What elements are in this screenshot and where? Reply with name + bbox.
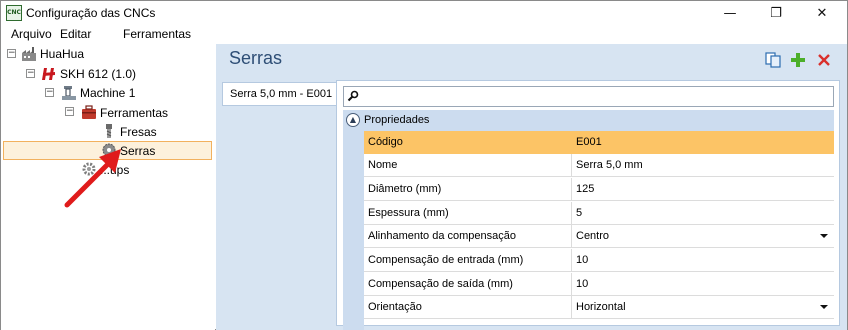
property-row-codigo[interactable]: Código E001 xyxy=(364,131,834,154)
mill-icon xyxy=(106,124,112,138)
property-name: Espessura (mm) xyxy=(364,202,572,224)
cnc-tree: − HuaHua − SKH 612 (1.0) − Machine 1 − F… xyxy=(1,44,215,330)
dropdown-arrow-icon[interactable] xyxy=(820,305,828,309)
property-name: Alinhamento da compensação xyxy=(364,225,572,247)
gear-icon xyxy=(82,162,96,176)
tree-item-ferramentas[interactable]: Ferramentas xyxy=(100,106,168,120)
property-value[interactable]: Serra 5,0 mm xyxy=(572,154,834,176)
tree-item-huahua[interactable]: HuaHua xyxy=(40,47,84,61)
property-row-alinhamento[interactable]: Alinhamento da compensação Centro xyxy=(364,225,834,248)
minimize-button[interactable]: — xyxy=(707,1,753,25)
toolbox-icon xyxy=(82,105,96,119)
tree-item-fresas[interactable]: Fresas xyxy=(120,125,157,139)
delete-button[interactable] xyxy=(816,52,832,68)
expander-skh612[interactable]: − xyxy=(26,69,35,78)
plus-icon xyxy=(791,53,805,67)
cnc-app-icon: CNC xyxy=(6,5,22,21)
property-row-espessura[interactable]: Espessura (mm) 5 xyxy=(364,202,834,225)
property-value[interactable]: 10 xyxy=(572,249,834,271)
property-value[interactable]: E001 xyxy=(572,131,834,153)
add-button[interactable] xyxy=(790,52,806,68)
property-name: Compensação de saída (mm) xyxy=(364,273,572,295)
tree-item-skh612[interactable]: SKH 612 (1.0) xyxy=(60,67,136,81)
tree-item-setups[interactable]: ...ups xyxy=(100,163,129,177)
property-value[interactable]: 5 xyxy=(572,202,834,224)
property-row-comp-saida[interactable]: Compensação de saída (mm) 10 xyxy=(364,273,834,296)
details-pane: Serras Serra 5,0 mm - E001 ▲ Propriedade… xyxy=(216,44,847,330)
window-title: Configuração das CNCs xyxy=(26,6,156,20)
collapse-icon[interactable]: ▲ xyxy=(346,113,360,127)
search-input[interactable] xyxy=(343,86,834,107)
property-gutter xyxy=(343,131,364,330)
property-row-orientacao[interactable]: Orientação Horizontal xyxy=(364,296,834,319)
tree-item-machine1[interactable]: Machine 1 xyxy=(80,86,135,100)
menu-arquivo[interactable]: Arquivo xyxy=(11,27,52,41)
property-name: Compensação de entrada (mm) xyxy=(364,249,572,271)
maximize-button[interactable]: ❐ xyxy=(753,1,799,25)
menu-ferramentas[interactable]: Ferramentas xyxy=(123,27,191,41)
dropdown-arrow-icon[interactable] xyxy=(820,234,828,238)
property-name: Nome xyxy=(364,154,572,176)
copy-button[interactable] xyxy=(765,52,781,68)
expander-machine1[interactable]: − xyxy=(45,88,54,97)
property-name: Diâmetro (mm) xyxy=(364,178,572,200)
saw-icon xyxy=(102,143,116,157)
property-value[interactable]: 10 xyxy=(572,273,834,295)
expander-huahua[interactable]: − xyxy=(7,49,16,58)
property-name: Orientação xyxy=(364,296,572,318)
close-button[interactable]: ✕ xyxy=(799,1,845,25)
expander-ferramentas[interactable]: − xyxy=(65,107,74,116)
property-value[interactable]: Horizontal xyxy=(572,296,834,318)
machine-icon xyxy=(62,86,76,100)
page-title: Serras xyxy=(229,48,283,68)
tree-item-serras[interactable]: Serras xyxy=(120,144,155,158)
property-name: Código xyxy=(364,131,572,153)
property-value[interactable]: Centro xyxy=(572,225,834,247)
group-label: Propriedades xyxy=(364,114,430,126)
search-icon xyxy=(347,90,359,102)
copy-icon xyxy=(765,52,781,68)
delete-x-icon xyxy=(818,54,830,66)
property-editor: ▲ Propriedades Código E001 Nome Serra 5,… xyxy=(336,80,840,330)
main-window: CNC Configuração das CNCs — ❐ ✕ Arquivo … xyxy=(0,0,848,330)
group-propriedades[interactable]: ▲ Propriedades xyxy=(343,110,834,131)
menu-bar: Arquivo Editar Ferramentas xyxy=(1,25,847,44)
factory-icon xyxy=(22,47,36,61)
title-bar: CNC Configuração das CNCs — ❐ ✕ xyxy=(1,1,847,25)
property-row-diametro[interactable]: Diâmetro (mm) 125 xyxy=(364,178,834,201)
property-row-comp-entrada[interactable]: Compensação de entrada (mm) 10 xyxy=(364,249,834,272)
tab-serra-e001[interactable]: Serra 5,0 mm - E001 xyxy=(222,82,336,106)
menu-editar[interactable]: Editar xyxy=(60,27,91,41)
property-row-nome[interactable]: Nome Serra 5,0 mm xyxy=(364,154,834,177)
property-value[interactable]: 125 xyxy=(572,178,834,200)
machine-brand-icon xyxy=(42,68,55,80)
